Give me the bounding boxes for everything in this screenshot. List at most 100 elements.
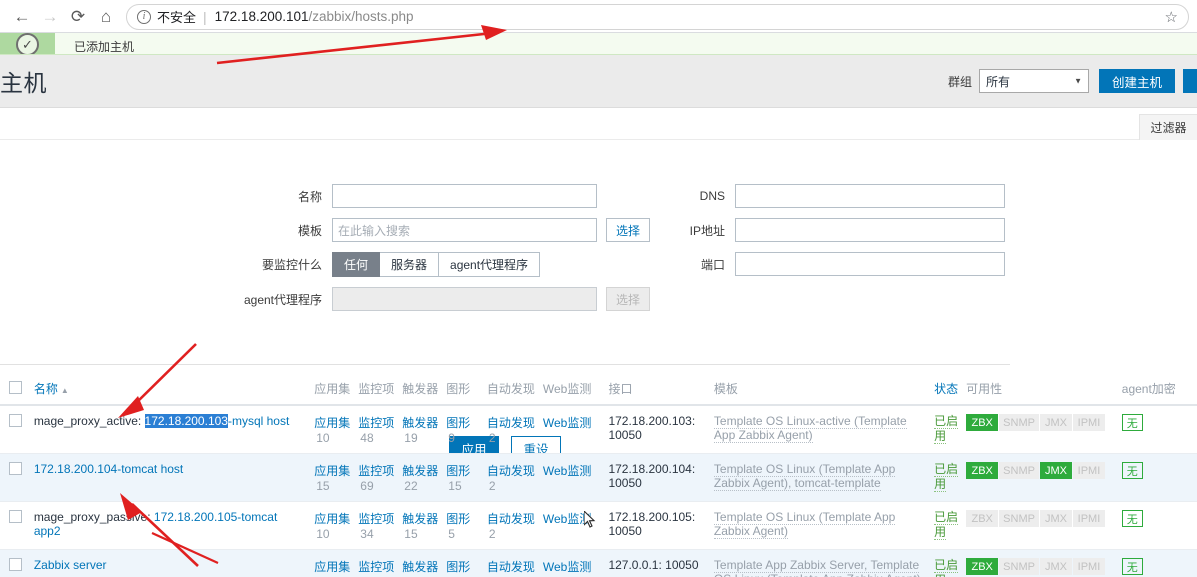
host-availability-cell: ZBX SNMP JMX IPMI — [962, 405, 1118, 454]
table-header-row: 名称 ▲ 应用集 监控项 触发器 图形 自动发现 Web监测 接口 模板 状态 可… — [0, 374, 1197, 406]
availability-badge-snmp[interactable]: SNMP — [999, 510, 1039, 527]
availability-badge-ipmi[interactable]: IPMI — [1072, 558, 1105, 575]
ip-filter-input[interactable] — [735, 218, 1005, 242]
header-name[interactable]: 名称 ▲ — [29, 374, 311, 406]
host-items-link[interactable]: 监控项 — [358, 512, 394, 526]
availability-badge-ipmi[interactable]: IPMI — [1072, 510, 1105, 527]
host-status-cell: 已启用 — [930, 549, 963, 577]
forward-arrow-icon[interactable]: → — [36, 3, 64, 31]
header-overflow-button[interactable] — [1183, 69, 1197, 93]
availability-badge-zbx[interactable]: ZBX — [966, 558, 999, 575]
header-status[interactable]: 状态 — [930, 374, 963, 406]
host-applications-link[interactable]: 应用集 — [314, 464, 350, 478]
message-text: 已添加主机 — [74, 40, 135, 54]
host-items-cell: 监控项48 — [354, 405, 399, 454]
monitored-by-option-proxy[interactable]: agent代理程序 — [439, 252, 541, 277]
host-items-link[interactable]: 监控项 — [358, 416, 394, 430]
host-discovery-count: 2 — [488, 431, 496, 445]
monitored-by-option-any[interactable]: 任何 — [332, 252, 381, 277]
reload-icon[interactable]: ⟳ — [64, 3, 92, 31]
host-triggers-link[interactable]: 触发器 — [402, 512, 438, 526]
host-applications-count: 10 — [316, 527, 330, 541]
row-checkbox[interactable] — [9, 558, 22, 571]
host-triggers-link[interactable]: 触发器 — [402, 464, 438, 478]
home-icon[interactable]: ⌂ — [92, 3, 120, 31]
availability-badge-zbx[interactable]: ZBX — [966, 414, 999, 431]
star-icon[interactable]: ☆ — [1165, 8, 1178, 26]
host-template-link[interactable]: Template OS Linux-active (Template App Z… — [713, 414, 907, 443]
availability-badge-jmx[interactable]: JMX — [1039, 414, 1072, 431]
host-name-cell: mage_proxy_passive: 172.18.200.105-tomca… — [29, 501, 311, 550]
monitored-by-label: 要监控什么 — [261, 258, 322, 272]
availability-badge-zbx[interactable]: ZBX — [966, 510, 999, 527]
back-arrow-icon[interactable]: ← — [8, 3, 36, 31]
host-proxy-prefix: mage_proxy_passive: — [33, 510, 154, 524]
host-items-link[interactable]: 监控项 — [358, 464, 394, 478]
name-filter-input[interactable] — [332, 184, 597, 208]
insecure-label: 不安全 — [157, 10, 197, 25]
proxy-filter-label: agent代理程序 — [243, 292, 322, 307]
host-template-link[interactable]: Template OS Linux (Template App Zabbix A… — [713, 462, 896, 491]
address-bar[interactable]: i 不安全 | 172.18.200.101/zabbix/hosts.php … — [126, 3, 1189, 30]
host-discovery-link[interactable]: 自动发现 — [487, 464, 535, 478]
host-graphs-cell: 图形15 — [442, 549, 483, 577]
host-graphs-link[interactable]: 图形 — [446, 560, 470, 574]
info-icon[interactable]: i — [137, 9, 151, 24]
host-discovery-cell: 自动发现2 — [482, 453, 539, 502]
host-triggers-link[interactable]: 触发器 — [402, 560, 438, 574]
host-discovery-link[interactable]: 自动发现 — [487, 512, 535, 526]
host-applications-link[interactable]: 应用集 — [314, 416, 350, 430]
host-applications-link[interactable]: 应用集 — [314, 560, 350, 574]
host-web-link[interactable]: Web监测 — [543, 464, 591, 478]
host-graphs-link[interactable]: 图形 — [446, 512, 470, 526]
host-items-link[interactable]: 监控项 — [358, 560, 394, 574]
dns-filter-input[interactable] — [735, 184, 1005, 208]
host-applications-link[interactable]: 应用集 — [314, 512, 350, 526]
host-web-link[interactable]: Web监测 — [543, 512, 591, 526]
availability-badge-snmp[interactable]: SNMP — [999, 462, 1039, 479]
port-filter-input[interactable] — [735, 252, 1005, 276]
availability-badges: ZBX SNMP JMX IPMI — [966, 414, 1114, 431]
host-name-link[interactable]: -mysql host — [228, 414, 289, 428]
row-checkbox[interactable] — [9, 414, 22, 427]
host-graphs-count: 15 — [448, 479, 462, 493]
table-body: mage_proxy_active: 172.18.200.103-mysql … — [0, 405, 1197, 577]
group-select[interactable]: 所有 ▼ — [979, 69, 1089, 93]
availability-badge-jmx[interactable]: JMX — [1039, 462, 1072, 479]
status-badge[interactable]: 已启用 — [934, 462, 959, 492]
host-triggers-cell: 触发器19 — [398, 405, 443, 454]
host-template-link[interactable]: Template App Zabbix Server, Template OS … — [713, 558, 921, 577]
tab-filter[interactable]: 过滤器 — [1139, 114, 1197, 140]
availability-badge-jmx[interactable]: JMX — [1039, 510, 1072, 527]
create-host-button[interactable]: 创建主机 — [1099, 69, 1175, 93]
availability-badge-ipmi[interactable]: IPMI — [1072, 414, 1105, 431]
availability-badge-jmx[interactable]: JMX — [1039, 558, 1072, 575]
row-checkbox[interactable] — [9, 462, 22, 475]
table-row: 172.18.200.104-tomcat host 应用集15 监控项69 触发器2… — [0, 453, 1197, 502]
host-triggers-link[interactable]: 触发器 — [402, 416, 438, 430]
host-discovery-link[interactable]: 自动发现 — [487, 416, 535, 430]
host-discovery-link[interactable]: 自动发现 — [487, 560, 535, 574]
host-web-link[interactable]: Web监测 — [543, 416, 591, 430]
host-name-link[interactable]: Zabbix server — [34, 558, 107, 572]
status-badge[interactable]: 已启用 — [934, 510, 959, 540]
monitored-by-option-server[interactable]: 服务器 — [380, 252, 440, 277]
status-badge[interactable]: 已启用 — [934, 414, 959, 444]
availability-badge-ipmi[interactable]: IPMI — [1072, 462, 1105, 479]
host-graphs-link[interactable]: 图形 — [446, 416, 470, 430]
status-badge[interactable]: 已启用 — [934, 558, 959, 577]
url-path: /zabbix/hosts.php — [308, 9, 414, 24]
host-name-link[interactable]: 172.18.200.104-tomcat host — [34, 462, 183, 476]
host-template-link[interactable]: Template OS Linux (Template App Zabbix A… — [713, 510, 896, 539]
select-all-checkbox[interactable] — [9, 380, 22, 394]
header-encryption: agent加密 — [1117, 374, 1197, 406]
sort-ascending-icon: ▲ — [60, 386, 69, 395]
host-web-link[interactable]: Web监测 — [543, 560, 591, 574]
template-filter-input[interactable]: 在此输入搜索 — [332, 218, 597, 242]
availability-badge-zbx[interactable]: ZBX — [966, 462, 999, 479]
availability-badge-snmp[interactable]: SNMP — [999, 414, 1039, 431]
row-checkbox[interactable] — [9, 510, 22, 523]
host-graphs-link[interactable]: 图形 — [446, 464, 470, 478]
availability-badge-snmp[interactable]: SNMP — [999, 558, 1039, 575]
host-templates-cell: Template App Zabbix Server, Template OS … — [709, 549, 931, 577]
